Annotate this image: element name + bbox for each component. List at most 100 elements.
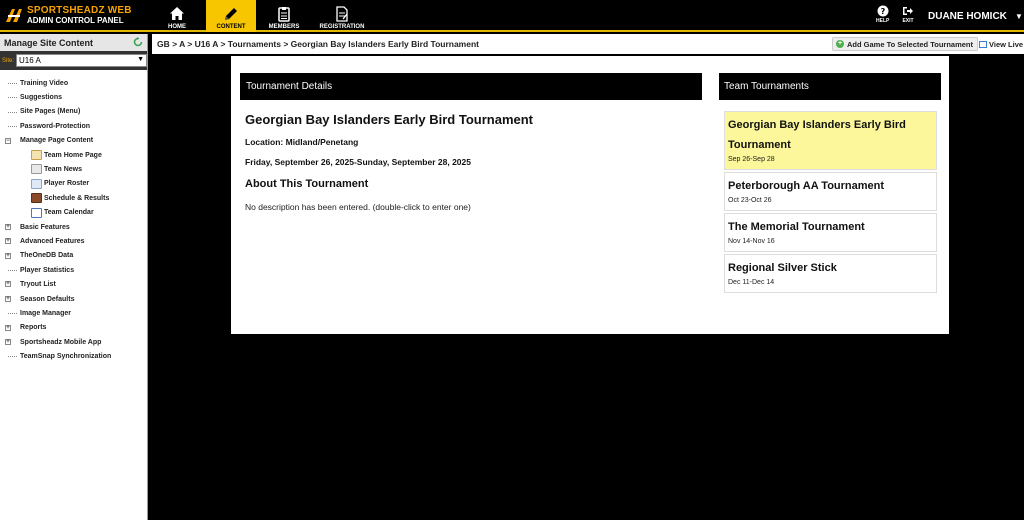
calendar-icon (31, 207, 42, 218)
exit-button[interactable]: EXIT (902, 5, 914, 24)
about-heading: About This Tournament (245, 178, 369, 190)
nav-members-button[interactable]: MEMBERS (259, 0, 309, 32)
help-button[interactable]: ? HELP (876, 5, 889, 24)
site-selector-row: Site: U16 A ▼ (0, 51, 147, 70)
tournament-card[interactable]: Peterborough AA Tournament Oct 23-Oct 26 (724, 172, 937, 211)
expand-icon[interactable]: + (5, 324, 11, 331)
sidebar-item-tryout-list[interactable]: + Tryout List (0, 277, 147, 291)
tournament-card-name: The Memorial Tournament (728, 221, 865, 233)
sidebar-item-manage-page-content[interactable]: − Manage Page Content (0, 134, 147, 148)
team-tournaments-list: Georgian Bay Islanders Early Bird Tourna… (724, 111, 937, 295)
tournament-card-dates: Dec 11-Dec 14 (728, 279, 775, 286)
sidebar-item-label: Player Roster (44, 180, 90, 188)
sidebar-item-basic-features[interactable]: + Basic Features (0, 220, 147, 234)
tournament-location: Location: Midland/Penetang (245, 137, 359, 147)
sidebar-item-training-video[interactable]: Training Video (0, 76, 147, 90)
add-game-label: Add Game To Selected Tournament (847, 39, 973, 49)
sidebar-item-label: TeamSnap Synchronization (20, 353, 112, 361)
tournament-card[interactable]: The Memorial Tournament Nov 14-Nov 16 (724, 213, 937, 252)
sidebar: Manage Site Content Site: U16 A ▼ Traini… (0, 34, 148, 520)
expand-icon[interactable]: + (5, 281, 11, 288)
site-label: Site: (2, 57, 15, 64)
nav-members-label: MEMBERS (268, 24, 300, 30)
expand-icon[interactable]: + (5, 252, 11, 259)
sidebar-item-label: Advanced Features (20, 237, 85, 245)
sidebar-item-theonedb-data[interactable]: + TheOneDB Data (0, 249, 147, 263)
sidebar-item-advanced-features[interactable]: + Advanced Features (0, 234, 147, 248)
sidebar-item-label: Basic Features (20, 223, 70, 231)
roster-icon (31, 178, 42, 189)
sidebar-item-player-roster[interactable]: Player Roster (0, 177, 147, 191)
help-label: HELP (876, 18, 890, 24)
tournament-card[interactable]: Regional Silver Stick Dec 11-Dec 14 (724, 254, 937, 293)
sidebar-item-teamsnap-sync[interactable]: TeamSnap Synchronization (0, 349, 147, 363)
nav-content-button[interactable]: CONTENT (206, 0, 256, 32)
sidebar-item-label: Image Manager (20, 309, 71, 317)
sidebar-item-label: Player Statistics (20, 266, 75, 274)
sidebar-item-mobile-app[interactable]: + Sportsheadz Mobile App (0, 335, 147, 349)
form-icon (336, 6, 348, 22)
nav-content-label: CONTENT (216, 24, 246, 30)
tournament-card-dates: Nov 14-Nov 16 (728, 238, 775, 245)
sidebar-item-label: Team Calendar (44, 209, 94, 217)
nav-registration-button[interactable]: REGISTRATION (313, 0, 371, 32)
plus-icon: + (836, 40, 844, 48)
sidebar-item-site-pages[interactable]: Site Pages (Menu) (0, 105, 147, 119)
sidebar-item-label: Manage Page Content (20, 137, 94, 145)
nav-registration-label: REGISTRATION (319, 24, 365, 30)
tournament-details-heading: Tournament Details (240, 73, 702, 100)
pencil-icon (225, 8, 237, 20)
help-icon: ? (877, 5, 889, 17)
sidebar-item-label: Schedule & Results (44, 194, 110, 202)
tournament-card-name: Regional Silver Stick (728, 262, 837, 274)
home-page-icon (31, 149, 42, 160)
sidebar-item-label: Season Defaults (20, 295, 75, 303)
site-select[interactable]: U16 A ▼ (16, 54, 147, 67)
tournament-card-name: Peterborough AA Tournament (728, 180, 885, 192)
sidebar-item-label: Team Home Page (44, 151, 102, 159)
expand-icon[interactable]: + (5, 223, 11, 230)
sidebar-item-image-manager[interactable]: Image Manager (0, 306, 147, 320)
tournament-card-dates: Sep 26-Sep 28 (728, 156, 775, 163)
sidebar-item-team-news[interactable]: Team News (0, 162, 147, 176)
nav-home-button[interactable]: HOME (152, 0, 202, 32)
refresh-icon[interactable] (133, 37, 143, 47)
logo-title: SPORTSHEADZ WEB (27, 5, 132, 16)
sidebar-item-season-defaults[interactable]: + Season Defaults (0, 292, 147, 306)
sidebar-item-suggestions[interactable]: Suggestions (0, 90, 147, 104)
sidebar-item-team-home-page[interactable]: Team Home Page (0, 148, 147, 162)
tournament-card-name: Georgian Bay Islanders Early Bird Tourna… (728, 119, 906, 151)
add-game-button[interactable]: + Add Game To Selected Tournament (832, 37, 978, 51)
sidebar-item-team-calendar[interactable]: Team Calendar (0, 206, 147, 220)
tournament-title[interactable]: Georgian Bay Islanders Early Bird Tourna… (245, 112, 533, 127)
expand-icon[interactable]: + (5, 238, 11, 245)
sidebar-item-label: Tryout List (20, 281, 56, 289)
team-tournaments-heading: Team Tournaments (719, 73, 941, 100)
breadcrumb-text[interactable]: GB > A > U16 A > Tournaments > Georgian … (157, 39, 479, 49)
user-menu-caret-icon[interactable]: ▼ (1015, 12, 1023, 21)
collapse-icon[interactable]: − (5, 137, 11, 144)
tournament-description[interactable]: No description has been entered. (double… (245, 202, 471, 212)
exit-label: EXIT (902, 18, 914, 24)
chevron-down-icon: ▼ (137, 56, 144, 63)
expand-icon[interactable]: + (5, 339, 11, 346)
app-logo[interactable]: SPORTSHEADZ WEB ADMIN CONTROL PANEL (0, 0, 152, 32)
sidebar-item-label: Sportsheadz Mobile App (20, 338, 102, 346)
tournament-card-dates: Oct 23-Oct 26 (728, 197, 772, 204)
sidebar-item-label: TheOneDB Data (20, 252, 74, 260)
sidebar-item-reports[interactable]: + Reports (0, 321, 147, 335)
team-tournaments-heading-text: Team Tournaments (724, 81, 809, 92)
expand-icon[interactable]: + (5, 295, 11, 302)
user-name[interactable]: DUANE HOMICK (928, 11, 1007, 22)
sidebar-item-schedule-results[interactable]: Schedule & Results (0, 191, 147, 205)
news-icon (31, 164, 42, 175)
exit-icon (903, 7, 913, 15)
nav-home-label: HOME (168, 24, 186, 30)
tournament-dates: Friday, September 26, 2025-Sunday, Septe… (245, 157, 471, 167)
sidebar-item-password-protection[interactable]: Password-Protection (0, 119, 147, 133)
tournament-card-selected[interactable]: Georgian Bay Islanders Early Bird Tourna… (724, 111, 937, 170)
sidebar-title: Manage Site Content (4, 37, 94, 48)
clipboard-icon (278, 7, 290, 22)
sidebar-item-player-statistics[interactable]: Player Statistics (0, 263, 147, 277)
view-live-button[interactable]: View Live (979, 37, 1023, 51)
